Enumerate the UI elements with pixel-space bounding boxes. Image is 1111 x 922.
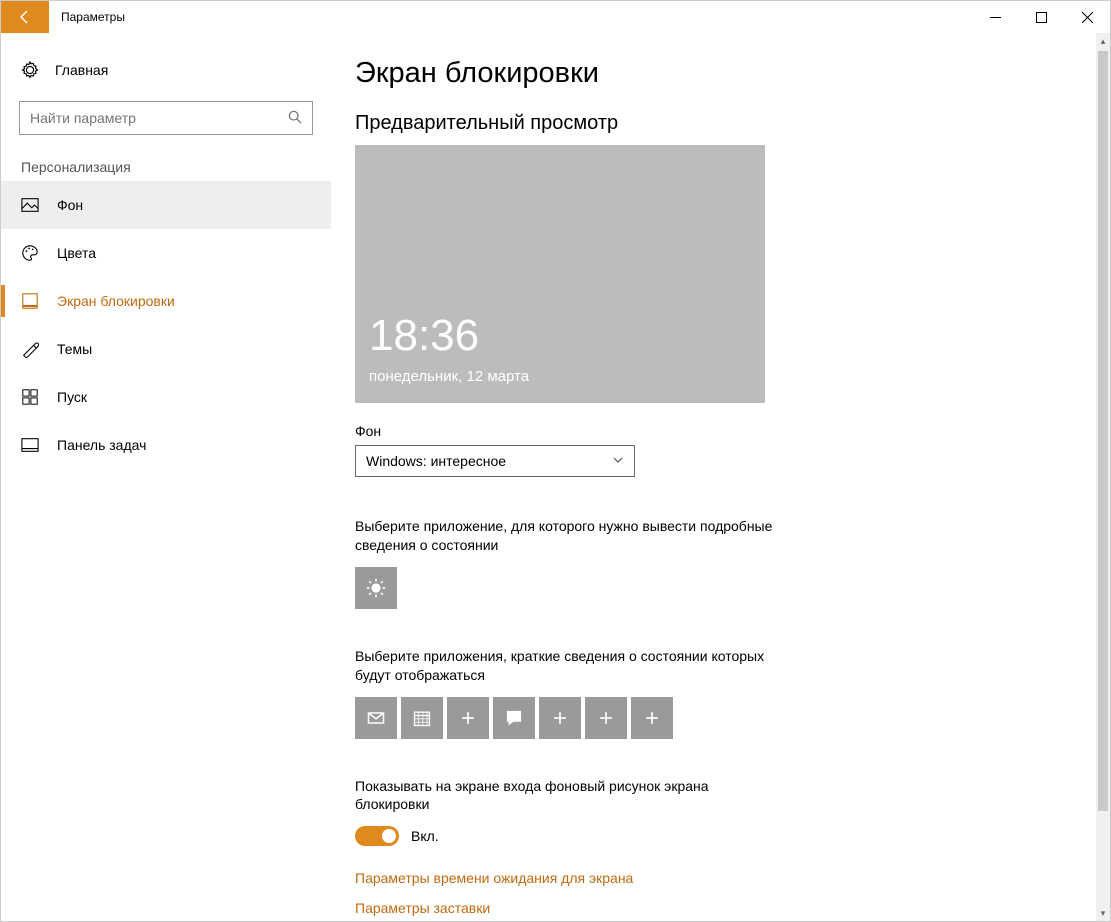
themes-icon [21, 340, 39, 358]
plus-icon [458, 708, 478, 728]
preview-date: понедельник, 12 марта [369, 368, 529, 385]
maximize-button[interactable] [1018, 1, 1064, 33]
scroll-down-arrow[interactable]: ▾ [1096, 905, 1110, 921]
search-input[interactable] [30, 110, 288, 126]
arrow-left-icon [17, 9, 33, 25]
screen-timeout-link[interactable]: Параметры времени ожидания для экрана [355, 870, 1070, 886]
titlebar: Параметры [1, 1, 1110, 33]
home-label: Главная [55, 62, 108, 78]
maximize-icon [1036, 12, 1047, 23]
preview-time: 18:36 [369, 311, 479, 361]
palette-icon [21, 244, 39, 262]
home-button[interactable]: Главная [1, 51, 331, 89]
gear-icon [21, 61, 39, 79]
show-bg-label: Показывать на экране входа фоновый рисун… [355, 777, 785, 815]
screensaver-link[interactable]: Параметры заставки [355, 900, 1070, 916]
quick-status-app-mail[interactable] [355, 697, 397, 739]
chevron-down-icon [612, 454, 624, 469]
picture-icon [21, 196, 39, 214]
quick-status-app-add[interactable] [447, 697, 489, 739]
minimize-button[interactable] [972, 1, 1018, 33]
search-box[interactable] [19, 101, 313, 135]
main-panel: Экран блокировки Предварительный просмот… [331, 33, 1110, 921]
background-label: Фон [355, 423, 1070, 439]
taskbar-icon [21, 436, 39, 454]
window-title: Параметры [61, 10, 125, 24]
sidebar-item-themes[interactable]: Темы [1, 325, 331, 373]
close-button[interactable] [1064, 1, 1110, 33]
sidebar-item-label: Фон [57, 197, 83, 213]
quick-status-label: Выберите приложения, краткие сведения о … [355, 647, 785, 685]
lockscreen-preview: 18:36 понедельник, 12 марта [355, 145, 765, 403]
sidebar-item-label: Панель задач [57, 437, 146, 453]
dropdown-value: Windows: интересное [366, 453, 506, 469]
plus-icon [550, 708, 570, 728]
chat-icon [504, 708, 524, 728]
scroll-up-arrow[interactable]: ▴ [1096, 33, 1110, 49]
detailed-status-label: Выберите приложение, для которого нужно … [355, 517, 785, 555]
background-dropdown[interactable]: Windows: интересное [355, 445, 635, 477]
sidebar-item-start[interactable]: Пуск [1, 373, 331, 421]
quick-status-app-add[interactable] [539, 697, 581, 739]
detailed-status-app-button[interactable] [355, 567, 397, 609]
mail-icon [366, 708, 386, 728]
settings-window: Параметры Главная [0, 0, 1111, 922]
sidebar: Главная Персонализация Фон Цвета [1, 33, 331, 921]
plus-icon [642, 708, 662, 728]
quick-status-app-add[interactable] [585, 697, 627, 739]
calendar-icon [412, 708, 432, 728]
sidebar-item-label: Пуск [57, 389, 87, 405]
category-label: Персонализация [1, 149, 331, 181]
sidebar-item-background[interactable]: Фон [1, 181, 331, 229]
sidebar-item-colors[interactable]: Цвета [1, 229, 331, 277]
quick-status-app-chat[interactable] [493, 697, 535, 739]
search-icon [288, 110, 302, 127]
window-controls [972, 1, 1110, 33]
sidebar-item-label: Цвета [57, 245, 96, 261]
start-icon [21, 388, 39, 406]
sidebar-item-label: Темы [57, 341, 92, 357]
show-bg-toggle-row: Вкл. [355, 826, 1070, 846]
content-area: Главная Персонализация Фон Цвета [1, 33, 1110, 921]
quick-status-app-add[interactable] [631, 697, 673, 739]
back-button[interactable] [1, 1, 49, 33]
lockscreen-icon [21, 292, 39, 310]
sidebar-item-lockscreen[interactable]: Экран блокировки [1, 277, 331, 325]
weather-icon [366, 578, 386, 598]
quick-status-row [355, 697, 1070, 739]
minimize-icon [990, 12, 1001, 23]
sidebar-item-label: Экран блокировки [57, 293, 175, 309]
toggle-state-label: Вкл. [411, 828, 439, 844]
preview-heading: Предварительный просмотр [355, 112, 1070, 135]
sidebar-item-taskbar[interactable]: Панель задач [1, 421, 331, 469]
close-icon [1082, 12, 1093, 23]
quick-status-app-calendar[interactable] [401, 697, 443, 739]
detailed-status-row [355, 567, 1070, 609]
scrollbar[interactable]: ▴ ▾ [1096, 33, 1110, 921]
scrollbar-thumb[interactable] [1098, 51, 1108, 811]
show-bg-toggle[interactable] [355, 826, 399, 846]
plus-icon [596, 708, 616, 728]
page-title: Экран блокировки [355, 57, 1070, 90]
